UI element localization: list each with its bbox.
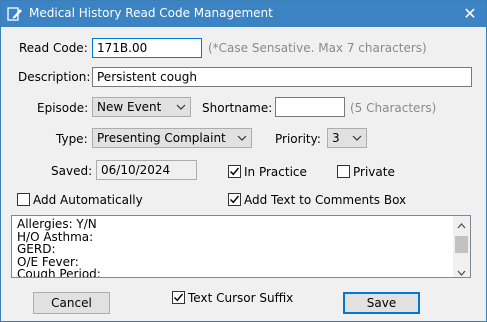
scrollbar-thumb[interactable]	[455, 236, 468, 253]
checkmark-icon	[230, 195, 240, 204]
window-title: Medical History Read Code Management	[29, 6, 273, 20]
shortname-hint: (5 Characters)	[350, 101, 437, 115]
episode-select[interactable]: New Event	[92, 97, 191, 117]
read-code-label: Read Code:	[19, 41, 88, 55]
chevron-down-icon	[175, 100, 187, 114]
chevron-down-icon	[236, 131, 248, 145]
priority-value: 3	[332, 131, 340, 145]
type-label: Type:	[56, 132, 88, 146]
shortname-label: Shortname:	[202, 101, 273, 115]
comment-line: Allergies: Y/N	[17, 217, 97, 231]
comments-lines: Allergies: Y/N H/O Asthma: GERD: O/E Fev…	[17, 217, 101, 278]
close-icon[interactable]: ✕	[460, 4, 480, 24]
in-practice-checkbox[interactable]	[228, 165, 241, 178]
priority-label: Priority:	[275, 132, 321, 146]
private-checkbox[interactable]	[337, 165, 350, 178]
dialog-window: Medical History Read Code Management ✕ R…	[0, 0, 487, 322]
checkmark-icon	[174, 293, 184, 302]
read-code-hint: (*Case Sensative. Max 7 characters)	[208, 41, 427, 55]
comments-textarea[interactable]: Allergies: Y/N H/O Asthma: GERD: O/E Fev…	[11, 215, 471, 278]
add-text-label[interactable]: Add Text to Comments Box	[244, 193, 406, 207]
saved-date-value: 06/10/2024	[101, 163, 171, 177]
add-automatically-label[interactable]: Add Automatically	[33, 193, 143, 207]
episode-value: New Event	[97, 100, 162, 114]
description-label: Description:	[18, 70, 91, 84]
priority-select[interactable]: 3	[327, 128, 367, 148]
type-select[interactable]: Presenting Complaint	[92, 128, 252, 148]
read-code-value: 171B.00	[97, 41, 148, 55]
saved-label: Saved:	[51, 164, 93, 178]
scroll-up-icon[interactable]	[457, 219, 466, 229]
scroll-down-icon[interactable]	[457, 266, 466, 276]
shortname-input[interactable]	[275, 97, 345, 117]
add-automatically-checkbox[interactable]	[17, 193, 30, 206]
type-value: Presenting Complaint	[97, 131, 226, 145]
checkmark-icon	[230, 167, 240, 176]
private-label[interactable]: Private	[353, 165, 395, 179]
edit-pencil-icon	[7, 6, 23, 22]
episode-label: Episode:	[37, 101, 89, 115]
in-practice-label[interactable]: In Practice	[244, 165, 307, 179]
add-text-checkbox[interactable]	[228, 193, 241, 206]
read-code-input[interactable]: 171B.00	[92, 38, 202, 58]
chevron-down-icon	[351, 131, 363, 145]
description-value: Persistent cough	[97, 70, 197, 84]
vertical-scrollbar[interactable]	[453, 216, 470, 277]
comment-line: GERD:	[17, 242, 56, 256]
cancel-button[interactable]: Cancel	[33, 292, 110, 314]
text-cursor-suffix-label[interactable]: Text Cursor Suffix	[188, 291, 293, 305]
description-input[interactable]: Persistent cough	[92, 67, 472, 87]
text-cursor-suffix-checkbox[interactable]	[172, 291, 185, 304]
title-bar[interactable]: Medical History Read Code Management ✕	[1, 1, 486, 27]
comment-line: Cough Period:	[17, 267, 101, 278]
save-button[interactable]: Save	[343, 292, 420, 314]
saved-date-field: 06/10/2024	[96, 160, 197, 180]
